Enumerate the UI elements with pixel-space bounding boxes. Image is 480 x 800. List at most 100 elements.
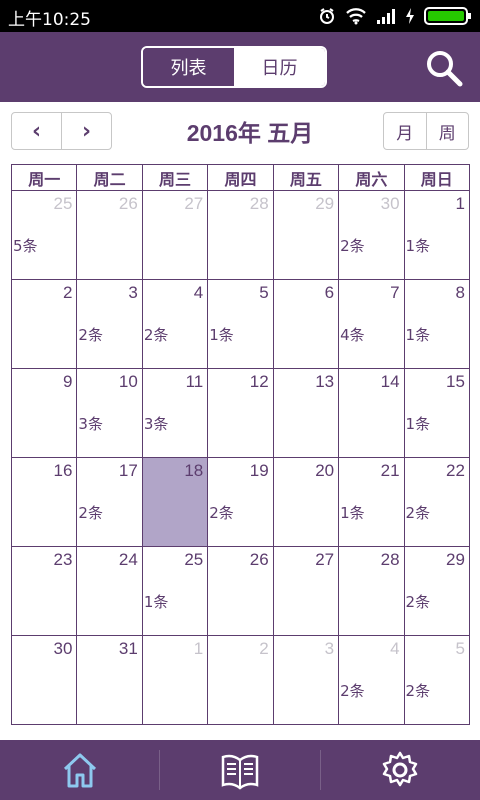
event-count: 2条: [405, 682, 431, 700]
calendar-day-cell[interactable]: 27: [142, 191, 209, 280]
alarm-icon: [320, 8, 334, 24]
day-number: 9: [62, 372, 73, 391]
event-count: 2条: [405, 504, 431, 522]
calendar-day-cell[interactable]: 10 3条: [77, 369, 143, 458]
settings-button[interactable]: [321, 740, 480, 800]
event-count: 4条: [340, 326, 365, 344]
calendar-day-cell[interactable]: 4 2条: [142, 280, 209, 369]
library-button[interactable]: [160, 740, 319, 800]
event-count: 3条: [78, 415, 103, 433]
weekday-label: 周三: [142, 165, 209, 191]
day-number: 5: [259, 283, 269, 302]
day-number: 18: [184, 461, 204, 480]
day-number: 6: [324, 283, 335, 302]
calendar-day-cell[interactable]: 29: [273, 191, 340, 280]
calendar-day-cell[interactable]: 2: [208, 636, 274, 725]
calendar-day-cell[interactable]: 28: [339, 547, 405, 636]
day-number: 27: [315, 550, 335, 569]
day-number: 31: [118, 639, 138, 658]
calendar-day-cell[interactable]: 1 1条: [404, 191, 470, 280]
day-number: 28: [249, 194, 269, 213]
calendar-day-cell[interactable]: 19 2条: [208, 458, 274, 547]
calendar-day-cell[interactable]: 9: [12, 369, 78, 458]
day-number: 26: [118, 194, 138, 213]
calendar-day-cell[interactable]: 6: [273, 280, 340, 369]
event-count: 1条: [340, 504, 365, 522]
calendar-day-cell[interactable]: 26: [77, 191, 143, 280]
search-icon[interactable]: [424, 48, 464, 88]
calendar-day-cell[interactable]: 1: [142, 636, 209, 725]
day-number: 3: [324, 639, 335, 658]
calendar-day-cell[interactable]: 20: [273, 458, 340, 547]
day-number: 29: [446, 550, 465, 569]
calendar-day-cell[interactable]: 31: [77, 636, 143, 725]
calendar-day-cell[interactable]: 26: [208, 547, 274, 636]
calendar-day-cell[interactable]: 15 1条: [404, 369, 470, 458]
calendar-week-row: 9 10 3条 11 3条 12 13 14 15 1条: [12, 369, 470, 458]
calendar-week-row: 16 17 2条 18 19 2条 20 21 1条 22 2条: [12, 458, 470, 547]
calendar-day-cell[interactable]: 22 2条: [404, 458, 470, 547]
previous-month-button[interactable]: ‹: [12, 113, 61, 149]
calendar-week-row: 2 3 2条 4 2条 5 1条 6 7 4条 8 1条: [12, 280, 470, 369]
event-count: 2条: [209, 504, 234, 522]
view-toggle: 列表 日历: [141, 46, 327, 88]
day-number: 21: [380, 461, 400, 480]
week-view-button[interactable]: 周: [425, 113, 469, 149]
day-number: 13: [315, 372, 335, 391]
event-count: 2条: [78, 504, 103, 522]
calendar-day-cell[interactable]: 4 2条: [339, 636, 405, 725]
month-calendar: 周一 周二 周三 周四 周五 周六 周日 25 5条 26 27 28 29 30 2条 1 1条 2 3 2条 4 2…: [11, 164, 470, 725]
calendar-day-cell[interactable]: 5 1条: [208, 280, 274, 369]
calendar-day-cell[interactable]: 3 2条: [77, 280, 143, 369]
day-number: 29: [315, 194, 335, 213]
status-time: 上午10:25: [8, 10, 91, 30]
day-number: 1: [193, 639, 204, 658]
calendar-day-cell[interactable]: 8 1条: [404, 280, 470, 369]
calendar-day-cell[interactable]: 3: [273, 636, 340, 725]
selected-day-cell[interactable]: 18: [142, 458, 209, 547]
top-navigation: 列表 日历: [0, 32, 480, 102]
calendar-day-cell[interactable]: 11 3条: [142, 369, 209, 458]
calendar-day-cell[interactable]: 24: [77, 547, 143, 636]
calendar-day-cell[interactable]: 28: [208, 191, 274, 280]
calendar-day-cell[interactable]: 16: [12, 458, 78, 547]
tab-calendar[interactable]: 日历: [234, 48, 325, 86]
month-title: 2016年 五月: [186, 120, 314, 146]
calendar-day-cell[interactable]: 13: [273, 369, 340, 458]
calendar-day-cell[interactable]: 30: [12, 636, 78, 725]
event-count: 1条: [209, 326, 234, 344]
calendar-day-cell[interactable]: 25 1条: [142, 547, 209, 636]
calendar-week-row: 25 5条 26 27 28 29 30 2条 1 1条: [12, 191, 470, 280]
calendar-day-cell[interactable]: 27: [273, 547, 340, 636]
day-number: 26: [249, 550, 269, 569]
day-number: 4: [390, 639, 400, 658]
calendar-grid: 25 5条 26 27 28 29 30 2条 1 1条 2 3 2条 4 2条 5 1条 6 7 4条 8 1条 9 10 3…: [12, 191, 470, 725]
day-number: 2: [62, 283, 73, 302]
calendar-day-cell[interactable]: 2: [12, 280, 78, 369]
event-count: 1条: [405, 326, 431, 344]
calendar-view-toggle: 月 周: [383, 112, 469, 150]
calendar-day-cell[interactable]: 23: [12, 547, 78, 636]
weekday-label: 周一: [12, 165, 78, 191]
home-button[interactable]: [0, 740, 159, 800]
day-number: 23: [53, 550, 73, 569]
weekday-header: 周一 周二 周三 周四 周五 周六 周日: [12, 165, 470, 191]
event-count: 2条: [340, 682, 365, 700]
next-month-button[interactable]: ›: [61, 113, 111, 149]
tab-list[interactable]: 列表: [143, 48, 234, 86]
calendar-day-cell[interactable]: 30 2条: [339, 191, 405, 280]
calendar-day-cell[interactable]: 25 5条: [12, 191, 78, 280]
calendar-day-cell[interactable]: 5 2条: [404, 636, 470, 725]
calendar-day-cell[interactable]: 12: [208, 369, 274, 458]
calendar-day-cell[interactable]: 21 1条: [339, 458, 405, 547]
month-view-button[interactable]: 月: [384, 113, 426, 149]
day-number: 4: [193, 283, 204, 302]
event-count: 2条: [143, 326, 169, 344]
event-count: 1条: [405, 415, 431, 433]
calendar-day-cell[interactable]: 29 2条: [404, 547, 470, 636]
calendar-day-cell[interactable]: 14: [339, 369, 405, 458]
calendar-day-cell[interactable]: 17 2条: [77, 458, 143, 547]
day-number: 27: [184, 194, 204, 213]
calendar-day-cell[interactable]: 7 4条: [339, 280, 405, 369]
day-number: 25: [53, 194, 73, 213]
